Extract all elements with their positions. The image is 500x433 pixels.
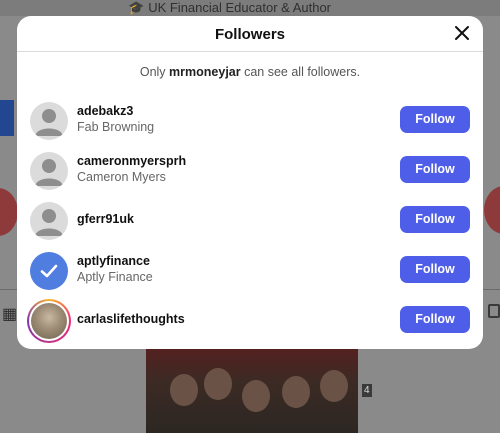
- default-avatar-icon[interactable]: [30, 102, 68, 140]
- close-button[interactable]: [453, 24, 471, 42]
- checkmark-icon: [40, 264, 58, 278]
- notice-username: mrmoneyjar: [169, 65, 241, 79]
- follower-row: cameronmyersprh Cameron Myers Follow: [17, 148, 483, 198]
- photo-face: [204, 368, 232, 400]
- follower-text: gferr91uk: [77, 211, 134, 227]
- follow-button[interactable]: Follow: [400, 206, 470, 233]
- follower-full-name: Fab Browning: [77, 120, 155, 134]
- follower-row: gferr91uk Follow: [17, 198, 483, 248]
- follow-button[interactable]: Follow: [400, 106, 470, 133]
- story-ring-avatar[interactable]: [27, 299, 71, 343]
- post-count-badge: 4: [362, 384, 372, 397]
- followers-dialog: Followers Only mrmoneyjar can see all fo…: [17, 16, 483, 349]
- grid-icon: ▦: [2, 306, 18, 323]
- follow-button[interactable]: Follow: [400, 306, 470, 333]
- tagged-icon: [488, 304, 500, 318]
- follower-text: adebakz3 Fab Browning: [77, 103, 154, 136]
- follower-username[interactable]: gferr91uk: [77, 211, 134, 227]
- follower-text: cameronmyersprh Cameron Myers: [77, 153, 186, 186]
- follower-row: carlaslifethoughts Follow: [17, 298, 483, 348]
- followers-list: adebakz3 Fab Browning Follow cameronmyer…: [17, 98, 483, 348]
- follower-text: aptlyfinance Aptly Finance: [77, 253, 153, 286]
- graduation-cap-icon: 🎓: [128, 0, 145, 15]
- background-post-thumbnail: [146, 340, 358, 433]
- privacy-notice: Only mrmoneyjar can see all followers.: [17, 65, 483, 83]
- default-avatar-icon[interactable]: [30, 152, 68, 190]
- follower-username[interactable]: adebakz3: [77, 103, 154, 119]
- follow-button[interactable]: Follow: [400, 156, 470, 183]
- follower-full-name: Cameron Myers: [77, 170, 166, 184]
- follower-row: adebakz3 Fab Browning Follow: [17, 98, 483, 148]
- follow-button[interactable]: Follow: [400, 256, 470, 283]
- follower-username[interactable]: cameronmyersprh: [77, 153, 186, 169]
- profile-photo: [31, 303, 67, 339]
- background-blue-element: [0, 100, 14, 136]
- follower-username[interactable]: aptlyfinance: [77, 253, 153, 269]
- checkmark-avatar-icon[interactable]: [30, 252, 68, 290]
- follower-full-name: Aptly Finance: [77, 270, 153, 284]
- avatar-ring-inner: [29, 301, 69, 341]
- dialog-header: Followers: [17, 16, 483, 52]
- follower-text: carlaslifethoughts: [77, 311, 185, 327]
- follower-username[interactable]: carlaslifethoughts: [77, 311, 185, 327]
- notice-prefix: Only: [139, 65, 166, 79]
- profile-subtitle-text: UK Financial Educator & Author: [148, 0, 332, 15]
- photo-face: [242, 380, 270, 412]
- dialog-title: Followers: [214, 26, 285, 43]
- default-avatar-icon[interactable]: [30, 202, 68, 240]
- photo-face: [170, 374, 198, 406]
- photo-face: [282, 376, 310, 408]
- close-icon: [455, 26, 469, 40]
- follower-row: aptlyfinance Aptly Finance Follow: [17, 248, 483, 298]
- background-profile-subtitle: 🎓 UK Financial Educator & Author: [128, 0, 331, 16]
- notice-suffix: can see all followers.: [244, 65, 361, 79]
- photo-face: [320, 370, 348, 402]
